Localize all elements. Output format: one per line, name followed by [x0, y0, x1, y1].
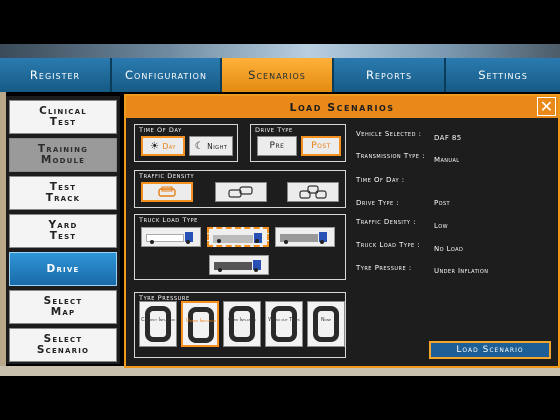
sidebar-item-label: Select Scenario: [36, 333, 90, 356]
summary-label: Traffic Density :: [356, 218, 417, 226]
summary-label: Vehicle Selected :: [356, 130, 422, 138]
panel-header: Load Scenarios ✕: [126, 96, 558, 118]
tyre-icon: [313, 306, 339, 342]
wheel: [150, 240, 154, 244]
tyre-under-inflation-option[interactable]: Under Inflation: [181, 301, 219, 347]
tyre-label: Correct Inflation: [141, 318, 175, 323]
sun-icon: ☀: [150, 140, 160, 152]
sidebar-item-label: Training Module: [37, 143, 89, 166]
sidebar: Clinical Test Training Module Test Track…: [6, 96, 120, 364]
panel-title: Load Scenarios: [289, 100, 395, 114]
truck-load-type-group: Truck Load Type: [134, 214, 346, 280]
tyre-icon: [229, 306, 255, 342]
sidebar-item-label: Clinical Test: [39, 105, 87, 128]
day-label: Day: [162, 141, 176, 151]
tab-register[interactable]: Register: [0, 58, 112, 92]
background-scene: [0, 44, 560, 58]
close-icon[interactable]: ✕: [537, 97, 556, 116]
truck-no-load-option[interactable]: [141, 227, 201, 247]
group-title: Time Of Day: [139, 126, 182, 134]
top-nav: Register Configuration Scenarios Reports…: [0, 58, 560, 92]
summary-value: Low: [434, 222, 448, 230]
group-title: Truck Load Type: [139, 216, 198, 224]
sidebar-item-yard-test[interactable]: Yard Test: [9, 214, 117, 248]
sidebar-item-test-track[interactable]: Test Track: [9, 176, 117, 210]
summary-value: No Load: [434, 245, 464, 253]
traffic-density-group: Traffic Density: [134, 170, 346, 208]
night-label: Night: [207, 141, 228, 151]
high-traffic-icon: [299, 185, 327, 199]
summary-label: Time Of Day :: [356, 176, 405, 184]
tyre-label: Worn out Tyres: [268, 318, 300, 323]
sidebar-item-label: Drive: [46, 262, 80, 275]
sidebar-item-drive[interactable]: Drive: [9, 252, 117, 286]
wheel: [217, 239, 221, 243]
drive-type-group: Drive Type Pre Post: [250, 124, 346, 162]
summary-label: Truck Load Type :: [356, 241, 421, 249]
tab-settings[interactable]: Settings: [446, 58, 560, 92]
sidebar-item-label: Select Map: [43, 295, 83, 318]
summary-value: DAF 85: [434, 134, 462, 142]
summary-label: Drive Type :: [356, 199, 400, 207]
sidebar-item-training-module[interactable]: Training Module: [9, 138, 117, 172]
group-title: Drive Type: [255, 126, 293, 134]
time-of-day-group: Time Of Day ☀ Day ☾ Night: [134, 124, 238, 162]
post-option[interactable]: Post: [301, 136, 341, 156]
sidebar-item-clinical-test[interactable]: Clinical Test: [9, 100, 117, 134]
wheel: [254, 268, 258, 272]
tyre-correct-inflation-option[interactable]: Correct Inflation: [139, 301, 177, 347]
tyre-icon: [188, 307, 214, 343]
moon-icon: ☾: [194, 140, 205, 152]
tab-configuration[interactable]: Configuration: [112, 58, 222, 92]
traffic-high-option[interactable]: [287, 182, 339, 202]
load-scenario-button[interactable]: Load Scenario: [429, 341, 551, 359]
tyre-icon: [145, 306, 171, 342]
sidebar-item-label: Yard Test: [48, 219, 78, 242]
wheel: [320, 240, 324, 244]
medium-traffic-icon: [228, 186, 253, 198]
sidebar-item-label: Test Track: [45, 181, 81, 204]
summary-label: Tyre Pressure :: [356, 264, 412, 272]
wheel: [186, 240, 190, 244]
summary-value: Manual: [434, 156, 460, 164]
tab-reports[interactable]: Reports: [334, 58, 446, 92]
truck-medium-load-option[interactable]: [275, 227, 335, 247]
summary-label: Transmission Type :: [356, 152, 425, 160]
tyre-label: Over Inflation: [228, 318, 256, 323]
sidebar-item-select-map[interactable]: Select Map: [9, 290, 117, 324]
tyre-none-option[interactable]: None: [307, 301, 345, 347]
traffic-medium-option[interactable]: [215, 182, 267, 202]
traffic-low-option[interactable]: [141, 182, 193, 202]
simulator-window: Register Configuration Scenarios Reports…: [0, 0, 560, 420]
load-scenarios-panel: Load Scenarios ✕ Time Of Day ☀ Day ☾ Nig…: [124, 94, 560, 368]
day-option[interactable]: ☀ Day: [141, 136, 185, 156]
tab-scenarios[interactable]: Scenarios: [222, 58, 334, 92]
wheel: [284, 240, 288, 244]
tyre-label: Under Inflation: [186, 319, 216, 324]
sidebar-item-select-scenario[interactable]: Select Scenario: [9, 328, 117, 362]
tyre-over-inflation-option[interactable]: Over Inflation: [223, 301, 261, 347]
tyre-worn-out-option[interactable]: Worn out Tyres: [265, 301, 303, 347]
tyre-pressure-group: Tyre Pressure Correct Inflation Under In…: [134, 292, 346, 358]
pre-option[interactable]: Pre: [257, 136, 297, 156]
group-title: Traffic Density: [139, 172, 195, 180]
truck-low-load-option[interactable]: [207, 227, 269, 247]
wheel: [218, 268, 222, 272]
summary-value: Under Inflation: [434, 267, 489, 275]
wheel: [255, 239, 259, 243]
tyre-icon: [271, 306, 297, 342]
truck-high-load-option[interactable]: [209, 255, 269, 275]
low-traffic-icon: [158, 186, 176, 197]
tyre-label: None: [320, 318, 332, 323]
night-option[interactable]: ☾ Night: [189, 136, 233, 156]
summary-value: Post: [434, 199, 450, 207]
